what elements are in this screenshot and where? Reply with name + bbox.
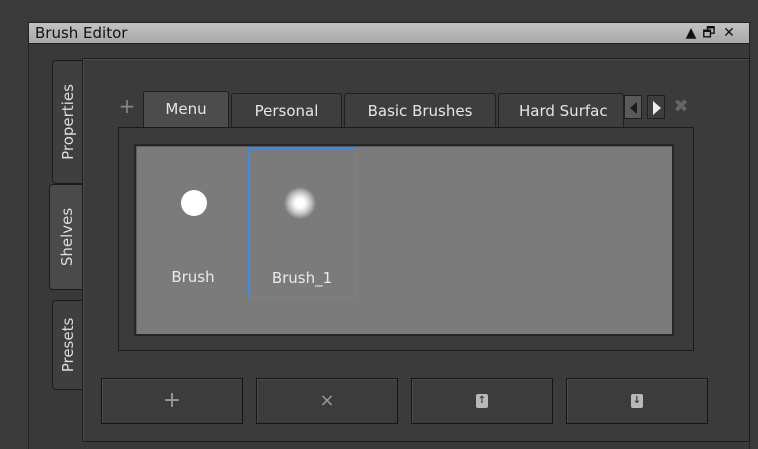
tab-menu[interactable]: Menu [143, 91, 229, 128]
close-icon[interactable]: ✕ [721, 25, 737, 41]
delete-button[interactable]: × [256, 378, 398, 424]
download-button[interactable]: ↓ [566, 378, 708, 424]
tab-scroll-left-button[interactable] [624, 95, 642, 119]
delete-icon: × [319, 390, 335, 411]
brush-label: Brush_1 [271, 269, 333, 287]
tab-basic-brushes[interactable]: Basic Brushes [344, 93, 496, 127]
tab-personal[interactable]: Personal [231, 93, 342, 127]
close-tab-button[interactable]: ✖ [672, 96, 690, 118]
tab-scroll-right-button[interactable] [647, 95, 665, 119]
tab-presets-label: Presets [59, 317, 77, 373]
restore-icon[interactable]: 🗗 [701, 25, 717, 41]
hard-brush-icon [181, 190, 207, 216]
upload-icon: ↑ [476, 394, 488, 408]
title-bar[interactable]: Brush Editor ▲ 🗗 ✕ [28, 22, 750, 44]
tab-properties[interactable]: Properties [52, 60, 83, 184]
tab-properties-label: Properties [59, 84, 77, 160]
soft-brush-icon [284, 187, 316, 219]
tab-shelves-label: Shelves [57, 207, 76, 267]
download-icon: ↓ [631, 394, 643, 408]
add-button[interactable]: + [101, 378, 243, 424]
brush-item-selected[interactable]: Brush_1 [248, 148, 356, 298]
window-title: Brush Editor [35, 24, 128, 42]
brush-label: Brush [171, 268, 215, 286]
tab-shelves[interactable]: Shelves [49, 184, 83, 290]
chevron-left-icon [630, 102, 637, 114]
add-tab-button[interactable]: + [118, 96, 136, 116]
chevron-right-icon [653, 101, 661, 115]
tab-hard-surface[interactable]: Hard Surfac [498, 93, 624, 127]
add-icon: + [162, 388, 182, 413]
upload-button[interactable]: ↑ [411, 378, 553, 424]
maximize-icon[interactable]: ▲ [683, 25, 699, 41]
brush-item[interactable]: Brush [139, 148, 247, 298]
tab-presets[interactable]: Presets [52, 300, 83, 390]
